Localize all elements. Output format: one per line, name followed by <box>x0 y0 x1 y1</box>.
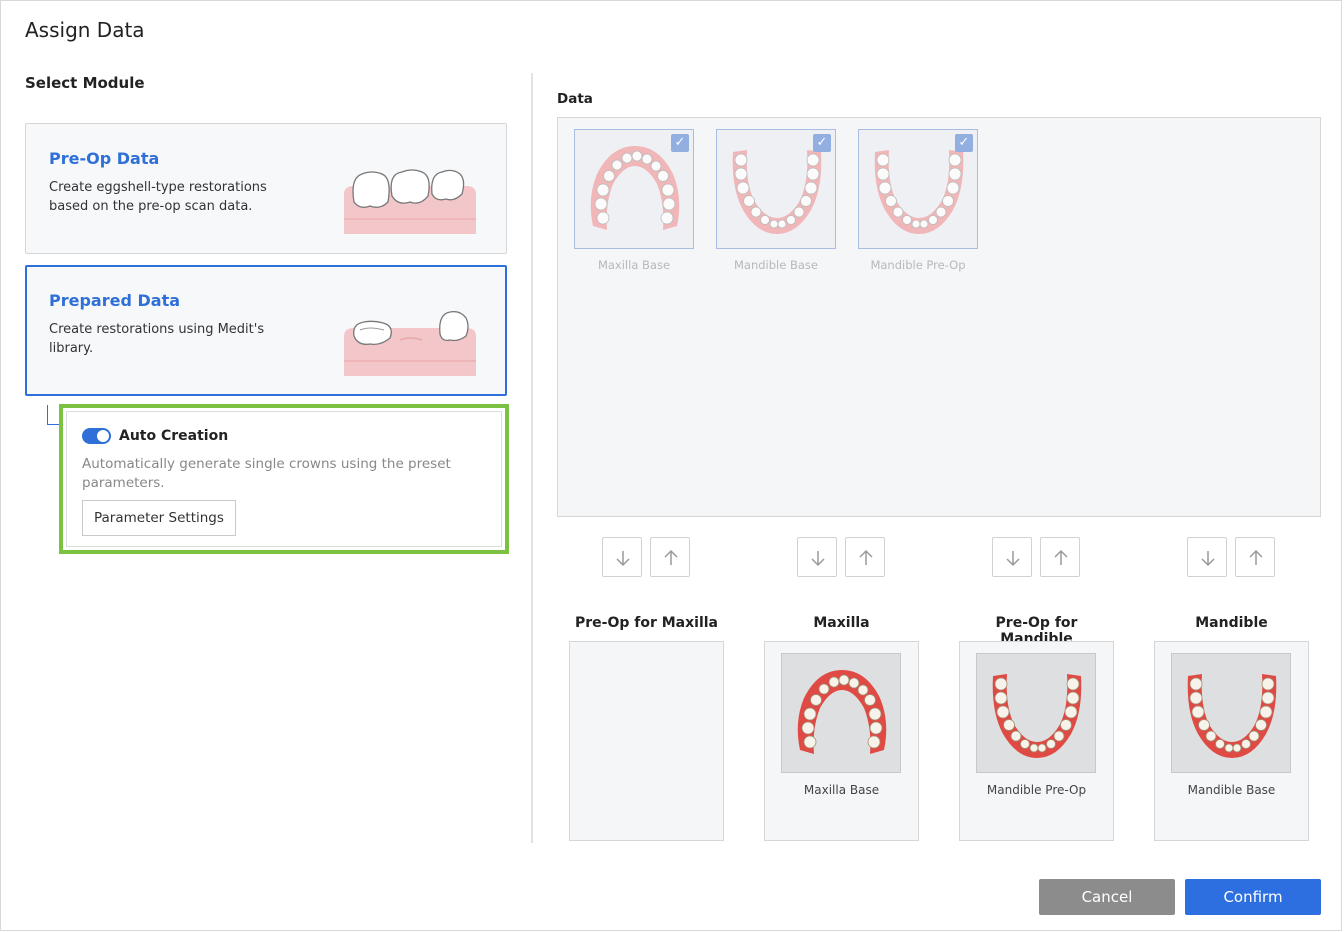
check-icon[interactable]: ✓ <box>813 134 831 152</box>
parameter-settings-button[interactable]: Parameter Settings <box>82 500 236 536</box>
slot-title-maxilla: Maxilla <box>813 615 870 631</box>
assigned-data-thumbnail[interactable] <box>1171 653 1291 773</box>
auto-creation-toggle[interactable] <box>82 428 111 444</box>
data-thumbnail[interactable]: ✓ <box>716 129 836 249</box>
slot-pre-op-mandible[interactable]: Mandible Pre-Op <box>959 641 1114 841</box>
arrow-down-icon <box>1201 551 1215 567</box>
arrow-up-icon <box>859 549 873 565</box>
vertical-divider <box>531 73 533 843</box>
select-module-label: Select Module <box>25 74 145 92</box>
arrow-up-icon <box>1054 549 1068 565</box>
maxilla-arch-icon <box>797 670 887 754</box>
mandible-arch-icon <box>1187 674 1277 758</box>
prepared-teeth-illustration <box>344 310 476 376</box>
check-icon[interactable]: ✓ <box>671 134 689 152</box>
data-thumbnail-label: Mandible Pre-Op <box>870 258 966 272</box>
move-down-button[interactable] <box>992 537 1032 577</box>
mandible-arch-icon <box>874 150 964 234</box>
move-down-button[interactable] <box>602 537 642 577</box>
arrow-down-icon <box>616 551 630 567</box>
assigned-data-thumbnail[interactable] <box>976 653 1096 773</box>
check-icon[interactable]: ✓ <box>955 134 973 152</box>
data-thumbnail-label: Mandible Base <box>734 258 818 272</box>
confirm-button[interactable]: Confirm <box>1185 879 1321 915</box>
slot-title-mandible: Mandible <box>1195 615 1268 631</box>
pre-op-teeth-illustration <box>344 169 476 234</box>
auto-creation-description: Automatically generate single crowns usi… <box>82 456 451 491</box>
module-title: Prepared Data <box>49 291 181 310</box>
arrow-up-icon <box>664 549 678 565</box>
move-up-button[interactable] <box>1235 537 1275 577</box>
move-down-button[interactable] <box>797 537 837 577</box>
data-thumbnail-label: Maxilla Base <box>597 258 671 272</box>
arrow-up-icon <box>1249 549 1263 565</box>
slot-mandible[interactable]: Mandible Base <box>1154 641 1309 841</box>
assign-data-dialog: Assign Data Select Module Pre-Op Data Cr… <box>0 0 1342 931</box>
mandible-arch-icon <box>992 674 1082 758</box>
assigned-data-thumbnail[interactable] <box>781 653 901 773</box>
data-thumbnail[interactable]: ✓ <box>858 129 978 249</box>
data-panel-label: Data <box>557 91 593 107</box>
assigned-data-label: Mandible Pre-Op <box>986 783 1087 797</box>
mandible-arch-icon <box>732 150 822 234</box>
move-up-button[interactable] <box>650 537 690 577</box>
module-card-pre-op-data[interactable]: Pre-Op Data Create eggshell-type restora… <box>25 123 507 254</box>
module-description: Create restorations using Medit's librar… <box>49 322 265 356</box>
dialog-title: Assign Data <box>25 18 145 42</box>
assigned-data-label: Maxilla Base <box>803 783 880 797</box>
maxilla-arch-icon <box>590 146 680 230</box>
arrow-down-icon <box>1006 551 1020 567</box>
auto-creation-title: Auto Creation <box>119 428 229 444</box>
data-panel: ✓ Maxilla Base ✓ Mandible Base ✓ Mandibl… <box>557 117 1321 517</box>
module-card-prepared-data[interactable]: Prepared Data Create restorations using … <box>25 265 507 396</box>
slot-pre-op-maxilla[interactable] <box>569 641 724 841</box>
data-thumbnail[interactable]: ✓ <box>574 129 694 249</box>
move-up-button[interactable] <box>1040 537 1080 577</box>
module-description: Create eggshell-type restorations based … <box>49 180 267 214</box>
slot-title-pre-op-maxilla: Pre-Op for Maxilla <box>574 615 718 631</box>
auto-creation-panel: Auto Creation Automatically generate sin… <box>59 404 509 554</box>
arrow-down-icon <box>811 551 825 567</box>
toggle-knob <box>97 430 109 442</box>
auto-creation-inner: Auto Creation Automatically generate sin… <box>66 411 502 547</box>
module-title: Pre-Op Data <box>49 149 160 168</box>
cancel-button[interactable]: Cancel <box>1039 879 1175 915</box>
slot-maxilla[interactable]: Maxilla Base <box>764 641 919 841</box>
assigned-data-label: Mandible Base <box>1187 783 1276 797</box>
move-up-button[interactable] <box>845 537 885 577</box>
move-down-button[interactable] <box>1187 537 1227 577</box>
